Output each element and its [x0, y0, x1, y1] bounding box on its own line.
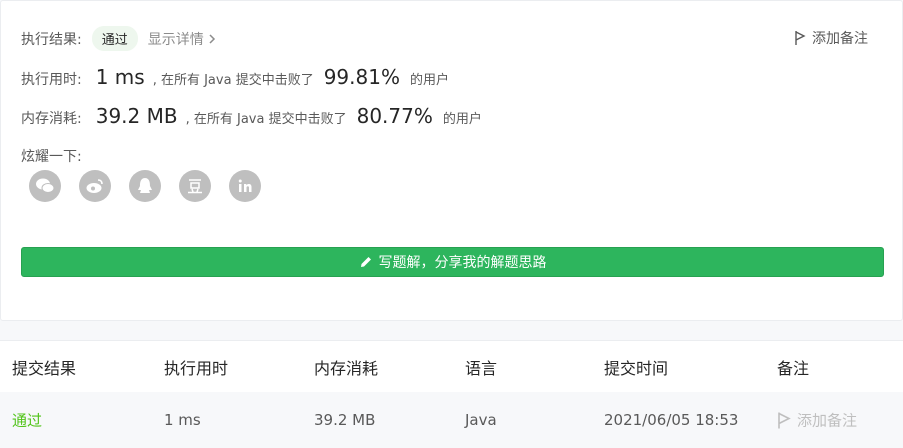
qq-icon[interactable] — [129, 170, 161, 202]
header-time: 提交时间 — [604, 358, 669, 378]
result-row: 执行结果: 通过 显示详情 — [21, 26, 216, 51]
chevron-right-icon — [209, 33, 215, 44]
row-runtime: 1 ms — [164, 411, 201, 429]
wechat-icon[interactable] — [29, 170, 61, 202]
header-runtime: 执行用时 — [164, 358, 229, 378]
row-add-note-label: 添加备注 — [797, 411, 858, 430]
row-memory: 39.2 MB — [314, 411, 376, 429]
header-language: 语言 — [465, 358, 498, 378]
memory-label: 内存消耗: — [21, 111, 82, 127]
runtime-value: 1 ms — [95, 65, 145, 89]
memory-percent: 80.77% — [356, 104, 433, 128]
pencil-icon — [360, 257, 371, 267]
table-row: 通过 1 ms 39.2 MB Java 2021/06/05 18:53 添加… — [0, 392, 903, 448]
flag-icon — [778, 412, 791, 428]
add-note-label: 添加备注 — [812, 31, 868, 47]
row-result-link[interactable]: 通过 — [12, 410, 42, 431]
result-card: 执行结果: 通过 显示详情 添加备注 执行用时: 1 ms , 在所有 Java… — [0, 0, 903, 321]
memory-prefix: , 在所有 Java 提交中击败了 — [185, 112, 347, 127]
flag-icon — [795, 31, 806, 45]
share-icons — [29, 170, 261, 202]
runtime-prefix: , 在所有 Java 提交中击败了 — [152, 73, 314, 88]
status-badge: 通过 — [91, 26, 138, 51]
result-label: 执行结果: — [21, 31, 82, 48]
runtime-row: 执行用时: 1 ms , 在所有 Java 提交中击败了 99.81% 的用户 — [21, 65, 449, 89]
row-time: 2021/06/05 18:53 — [604, 411, 739, 429]
runtime-label: 执行用时: — [21, 72, 82, 88]
memory-suffix: 的用户 — [442, 112, 482, 127]
weibo-icon[interactable] — [79, 170, 111, 202]
add-note-button[interactable]: 添加备注 — [794, 28, 868, 48]
write-solution-label: 写题解，分享我的解题思路 — [378, 255, 547, 271]
header-memory: 内存消耗 — [314, 358, 379, 378]
memory-value: 39.2 MB — [95, 104, 178, 128]
linkedin-icon[interactable] — [229, 170, 261, 202]
memory-row: 内存消耗: 39.2 MB , 在所有 Java 提交中击败了 80.77% 的… — [21, 104, 482, 128]
table-header: 提交结果 执行用时 内存消耗 语言 提交时间 备注 — [0, 340, 903, 392]
row-add-note-button[interactable]: 添加备注 — [777, 410, 857, 431]
header-note: 备注 — [777, 358, 810, 378]
runtime-percent: 99.81% — [323, 65, 400, 89]
row-language: Java — [465, 411, 497, 429]
write-solution-button[interactable]: 写题解，分享我的解题思路 — [21, 247, 884, 277]
show-details-link[interactable]: 显示详情 — [148, 29, 216, 49]
submission-table: 提交结果 执行用时 内存消耗 语言 提交时间 备注 通过 1 ms 39.2 M… — [0, 340, 903, 448]
runtime-suffix: 的用户 — [409, 73, 449, 88]
show-details-label: 显示详情 — [147, 31, 204, 48]
header-result: 提交结果 — [12, 358, 77, 378]
douban-icon[interactable] — [179, 170, 211, 202]
share-label: 炫耀一下: — [21, 149, 82, 165]
